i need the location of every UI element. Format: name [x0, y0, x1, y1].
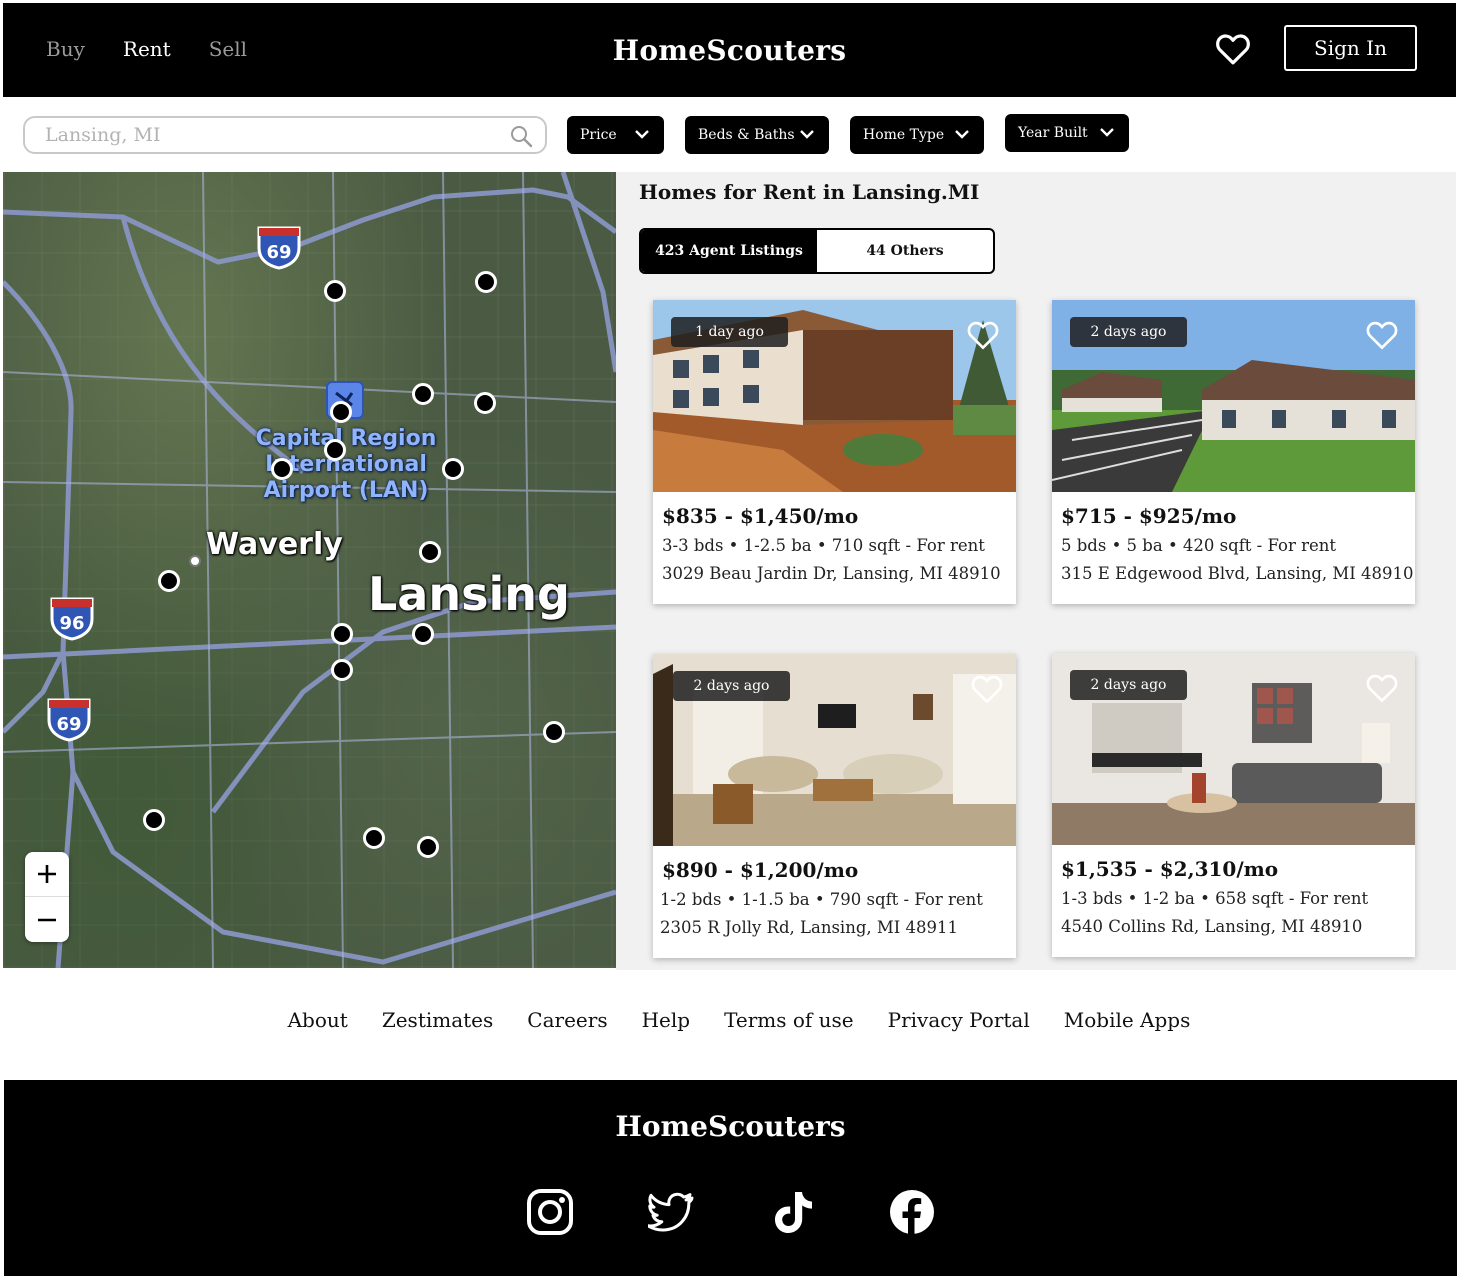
tiktok-icon[interactable] [769, 1188, 817, 1236]
home-type-filter-label: Home Type [863, 127, 945, 143]
page-title: Homes for Rent in Lansing.MI [639, 180, 980, 204]
footer-link-terms[interactable]: Terms of use [724, 1008, 854, 1032]
svg-text:69: 69 [56, 714, 81, 735]
tab-others[interactable]: 44 Others [817, 230, 993, 272]
map-marker[interactable] [324, 280, 346, 302]
favorite-heart-icon[interactable] [1366, 320, 1398, 350]
map-marker[interactable] [543, 721, 565, 743]
favorite-heart-icon[interactable] [971, 674, 1003, 704]
map-marker[interactable] [417, 836, 439, 858]
listing-card[interactable]: 2 days ago $1,535 - $2,310/mo 1-3 bds • … [1052, 653, 1415, 957]
listing-price: $890 - $1,200/mo [662, 858, 859, 882]
listing-age-badge: 2 days ago [1070, 670, 1187, 700]
map-marker[interactable] [412, 383, 434, 405]
twitter-icon[interactable] [648, 1188, 696, 1236]
price-filter[interactable]: Price [567, 116, 664, 154]
svg-text:96: 96 [59, 613, 84, 634]
footer-link-careers[interactable]: Careers [527, 1008, 607, 1032]
footer-link-mobile-apps[interactable]: Mobile Apps [1064, 1008, 1191, 1032]
favorites-heart-icon[interactable] [1215, 33, 1251, 65]
waverly-dot [189, 555, 201, 567]
listing-address: 2305 R Jolly Rd, Lansing, MI 48911 [660, 918, 959, 937]
interstate-69-north-shield: 69 [257, 226, 301, 270]
search-input[interactable] [45, 124, 505, 146]
listing-specs: 3-3 bds • 1-2.5 ba • 710 sqft - For rent [662, 536, 985, 555]
chevron-down-icon [1100, 128, 1114, 137]
year-built-filter-label: Year Built [1018, 125, 1088, 141]
home-type-filter[interactable]: Home Type [850, 116, 984, 154]
listing-source-toggle: 423 Agent Listings 44 Others [639, 228, 995, 274]
map-marker[interactable] [419, 541, 441, 563]
plus-icon [38, 865, 56, 883]
listing-price: $1,535 - $2,310/mo [1061, 857, 1279, 881]
interstate-69-south-shield: 69 [47, 698, 91, 742]
instagram-icon[interactable] [526, 1188, 574, 1236]
favorite-heart-icon[interactable] [1366, 673, 1398, 703]
footer-link-help[interactable]: Help [642, 1008, 690, 1032]
svg-text:69: 69 [266, 242, 291, 263]
tab-agent-listings[interactable]: 423 Agent Listings [641, 230, 817, 272]
listing-specs: 5 bds • 5 ba • 420 sqft - For rent [1061, 536, 1337, 555]
listings-panel: Homes for Rent in Lansing.MI 423 Agent L… [616, 172, 1456, 970]
footer: HomeScouters [4, 1080, 1457, 1276]
listing-address: 315 E Edgewood Blvd, Lansing, MI 48910 [1061, 564, 1414, 583]
search-icon[interactable] [509, 124, 533, 148]
footer-link-privacy[interactable]: Privacy Portal [888, 1008, 1030, 1032]
map-marker[interactable] [331, 623, 353, 645]
map-marker[interactable] [475, 271, 497, 293]
zoom-controls [25, 852, 69, 942]
listing-price: $835 - $1,450/mo [662, 504, 859, 528]
listings-map[interactable]: 69 96 69 Capital Region International Ai… [3, 172, 616, 968]
footer-link-about[interactable]: About [288, 1008, 348, 1032]
top-header: Buy Rent Sell HomeScouters Sign In [3, 3, 1456, 97]
map-marker[interactable] [474, 392, 496, 414]
footer-links: About Zestimates Careers Help Terms of u… [0, 1008, 1458, 1032]
zoom-out-button[interactable] [25, 897, 69, 942]
listing-card[interactable]: 2 days ago $890 - $1,200/mo 1-2 bds • 1-… [653, 654, 1016, 958]
listing-card[interactable]: 1 day ago $835 - $1,450/mo 3-3 bds • 1-2… [653, 300, 1016, 604]
interstate-96-shield: 96 [50, 597, 94, 641]
listing-card[interactable]: 2 days ago $715 - $925/mo 5 bds • 5 ba •… [1052, 300, 1415, 604]
sign-in-button[interactable]: Sign In [1284, 25, 1417, 71]
listing-address: 3029 Beau Jardin Dr, Lansing, MI 48910 [662, 564, 1001, 583]
location-search [23, 116, 547, 154]
listing-specs: 1-3 bds • 1-2 ba • 658 sqft - For rent [1061, 889, 1369, 908]
listing-price: $715 - $925/mo [1061, 504, 1237, 528]
footer-brand: HomeScouters [615, 1110, 846, 1143]
price-filter-label: Price [580, 127, 617, 143]
beds-baths-filter-label: Beds & Baths [698, 127, 795, 143]
map-marker[interactable] [324, 439, 346, 461]
facebook-icon[interactable] [888, 1188, 936, 1236]
year-built-filter[interactable]: Year Built [1005, 114, 1129, 152]
listing-age-badge: 2 days ago [1070, 317, 1187, 347]
map-marker[interactable] [412, 623, 434, 645]
listing-specs: 1-2 bds • 1-1.5 ba • 790 sqft - For rent [660, 890, 983, 909]
listing-age-badge: 1 day ago [671, 317, 788, 347]
map-marker[interactable] [331, 659, 353, 681]
minus-icon [38, 918, 56, 921]
map-marker[interactable] [158, 570, 180, 592]
map-marker[interactable] [143, 809, 165, 831]
zoom-in-button[interactable] [25, 852, 69, 897]
chevron-down-icon [955, 130, 969, 139]
map-marker[interactable] [442, 458, 464, 480]
waverly-label: Waverly [206, 527, 343, 562]
favorite-heart-icon[interactable] [967, 320, 999, 350]
listing-age-badge: 2 days ago [673, 671, 790, 701]
map-marker[interactable] [330, 401, 352, 423]
map-marker[interactable] [363, 827, 385, 849]
map-marker[interactable] [271, 458, 293, 480]
chevron-down-icon [800, 130, 814, 139]
lansing-label: Lansing [368, 567, 570, 621]
beds-baths-filter[interactable]: Beds & Baths [685, 116, 829, 154]
listing-address: 4540 Collins Rd, Lansing, MI 48910 [1061, 917, 1363, 936]
chevron-down-icon [635, 130, 649, 139]
footer-link-zestimates[interactable]: Zestimates [382, 1008, 493, 1032]
